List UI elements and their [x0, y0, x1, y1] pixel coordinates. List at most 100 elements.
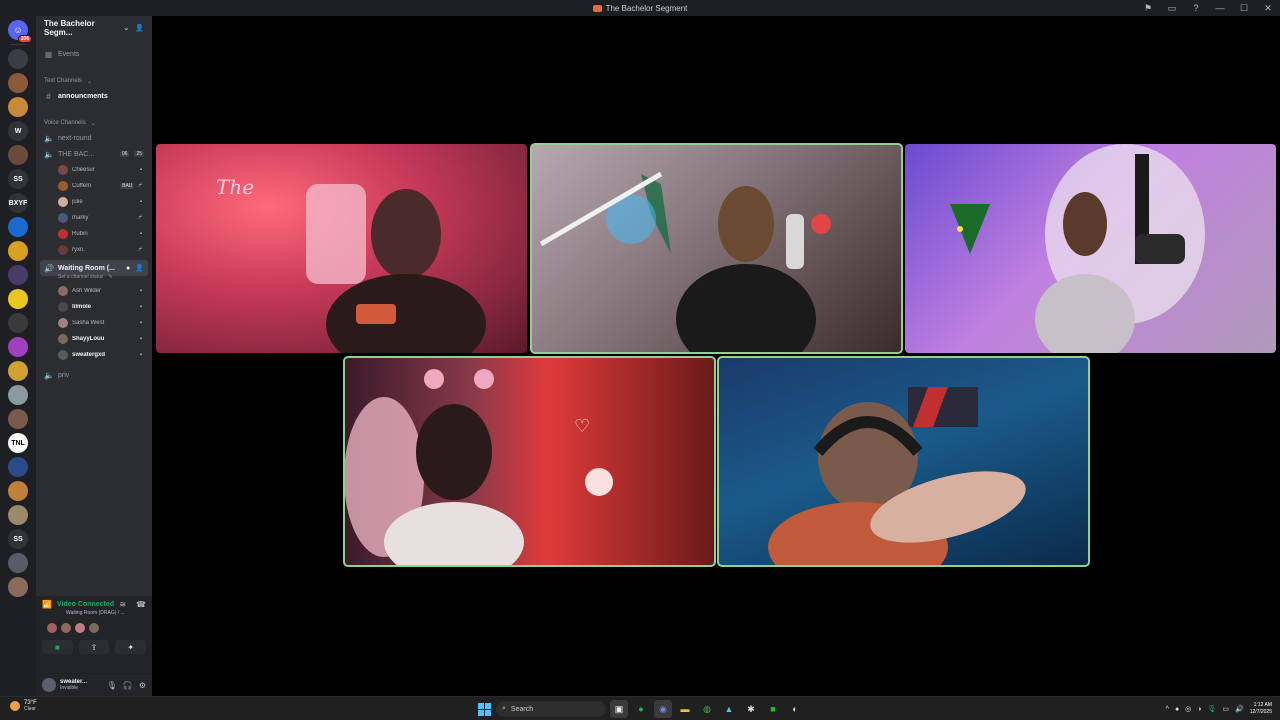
network-icon[interactable]: ▭	[1222, 705, 1229, 713]
chat-icon[interactable]: ●	[126, 265, 130, 272]
server-icon[interactable]	[8, 97, 28, 117]
avatar[interactable]	[60, 622, 72, 634]
avatar[interactable]	[42, 678, 56, 692]
server-icon[interactable]	[8, 49, 28, 69]
spotify-icon[interactable]: ●	[632, 700, 650, 718]
signal-icon[interactable]: 📶	[42, 600, 52, 609]
server-icon[interactable]	[8, 73, 28, 93]
video-tile[interactable]: The	[156, 144, 527, 353]
voice-member[interactable]: Sasha West ▪	[36, 315, 152, 331]
noise-suppression-icon[interactable]: ≋	[119, 600, 126, 609]
disconnect-icon[interactable]: ☎	[136, 600, 146, 609]
server-icon[interactable]	[8, 481, 28, 501]
activities-button[interactable]: ✦	[115, 640, 147, 654]
server-icon[interactable]	[8, 505, 28, 525]
video-tile[interactable]	[717, 356, 1090, 567]
help-icon[interactable]: ?	[1184, 0, 1208, 16]
member-name: Ash Wilder	[72, 288, 102, 294]
voice-member[interactable]: julie ▪	[36, 194, 152, 210]
start-button[interactable]	[476, 701, 492, 717]
server-icon[interactable]	[8, 457, 28, 477]
avatar[interactable]	[74, 622, 86, 634]
obs-icon[interactable]: ◐	[786, 700, 804, 718]
settings-gear-icon[interactable]: ⚙	[139, 681, 146, 690]
voice-member[interactable]: Cuffem BAU ⌿	[36, 178, 152, 194]
headphones-icon[interactable]: 🎧	[123, 681, 133, 690]
server-icon[interactable]	[8, 217, 28, 237]
avatar	[58, 286, 68, 296]
server-icon[interactable]	[8, 337, 28, 357]
voice-member[interactable]: sweatergxd ▪	[36, 347, 152, 363]
voice-member[interactable]: Ash Wilder ▪	[36, 283, 152, 299]
tray-app-icon[interactable]: ●	[1175, 706, 1179, 713]
server-icon[interactable]	[8, 289, 28, 309]
chrome-icon[interactable]: ◍	[698, 700, 716, 718]
app-icon[interactable]: ✱	[742, 700, 760, 718]
server-icon[interactable]	[8, 553, 28, 573]
task-view-icon[interactable]: ▣	[610, 700, 628, 718]
voice-channel-the-bachelor[interactable]: 🔈 THE BAC... 06 25	[36, 146, 152, 162]
minimize-icon[interactable]: —	[1208, 0, 1232, 16]
server-icon[interactable]: BXYF	[8, 193, 28, 213]
avatar	[58, 302, 68, 312]
direct-messages-icon[interactable]: ☺ 106	[8, 20, 32, 43]
server-icon[interactable]: SS	[8, 529, 28, 549]
voice-status[interactable]: Video Connected	[57, 601, 114, 608]
server-icon[interactable]	[8, 241, 28, 261]
server-icon[interactable]	[8, 361, 28, 381]
voice-channel-next-round[interactable]: 🔈 next-round	[36, 130, 152, 146]
voice-member[interactable]: Rubin ▪	[36, 226, 152, 242]
voice-channel-priv[interactable]: 🔈 priv	[36, 367, 152, 383]
category-text-channels[interactable]: Text Channels ⌄	[36, 74, 152, 88]
video-tile[interactable]	[905, 144, 1276, 353]
server-icon[interactable]: W	[8, 121, 28, 141]
file-explorer-icon[interactable]: ▬	[676, 700, 694, 718]
microphone-icon[interactable]: 🎙	[1208, 705, 1217, 713]
camera-icon: ▪	[139, 199, 142, 205]
voice-member[interactable]: ShayyLouu ▪	[36, 331, 152, 347]
voice-member[interactable]: marky ⌿	[36, 210, 152, 226]
weather-widget[interactable]: 73°F Clear	[10, 700, 37, 712]
channel-announcments[interactable]: # announcments	[36, 88, 152, 104]
server-icon[interactable]	[8, 385, 28, 405]
inbox-icon[interactable]: ▭	[1160, 0, 1184, 16]
category-voice-channels[interactable]: Voice Channels ⌄	[36, 116, 152, 130]
voice-member[interactable]: Cheesur ▪	[36, 162, 152, 178]
flag-icon[interactable]: ⚑	[1136, 0, 1160, 16]
events-link[interactable]: ▦ Events	[36, 46, 152, 62]
avatar[interactable]	[88, 622, 100, 634]
volume-icon[interactable]: 🔊	[1235, 705, 1244, 713]
microphone-icon[interactable]: 🎙	[107, 681, 117, 690]
close-icon[interactable]: ✕	[1256, 0, 1280, 16]
calendar-icon: ▦	[44, 49, 53, 59]
server-header[interactable]: The Bachelor Segm... ⌄ 👤	[36, 16, 152, 40]
user-count-tag: 25	[134, 151, 144, 157]
channel-status[interactable]: Set a channel status ✎	[36, 273, 152, 281]
chevron-up-icon[interactable]: ^	[1166, 706, 1169, 713]
add-member-icon[interactable]: 👤	[135, 264, 144, 272]
photos-icon[interactable]: ▲	[720, 700, 738, 718]
tray-app-icon[interactable]: ◎	[1185, 705, 1191, 713]
tray-app-icon[interactable]: ◑	[1197, 706, 1201, 713]
camera-button[interactable]: ■	[42, 640, 73, 654]
maximize-icon[interactable]: ☐	[1232, 0, 1256, 16]
video-tile[interactable]: ♡	[343, 356, 716, 567]
voice-member[interactable]: ryxn. ⌿	[36, 242, 152, 258]
server-icon[interactable]: TNL	[8, 433, 28, 453]
search-input[interactable]: ⌕ Search	[496, 701, 606, 717]
video-tile[interactable]	[530, 143, 903, 354]
screen-share-button[interactable]: ⇪	[78, 640, 110, 654]
game-app-icon[interactable]: ■	[764, 700, 782, 718]
server-icon[interactable]	[8, 409, 28, 429]
add-member-icon[interactable]: 👤	[135, 24, 144, 32]
clock[interactable]: 1:12 AM 12/7/2025	[1250, 702, 1272, 716]
discord-icon[interactable]: ◉	[654, 700, 672, 718]
chevron-down-icon[interactable]: ⌄	[123, 24, 129, 32]
server-icon[interactable]	[8, 577, 28, 597]
voice-member[interactable]: lilmole ▪	[36, 299, 152, 315]
server-icon[interactable]: SS	[8, 169, 28, 189]
avatar[interactable]	[46, 622, 58, 634]
server-icon[interactable]	[8, 313, 28, 333]
server-icon[interactable]	[8, 265, 28, 285]
server-icon[interactable]	[8, 145, 28, 165]
